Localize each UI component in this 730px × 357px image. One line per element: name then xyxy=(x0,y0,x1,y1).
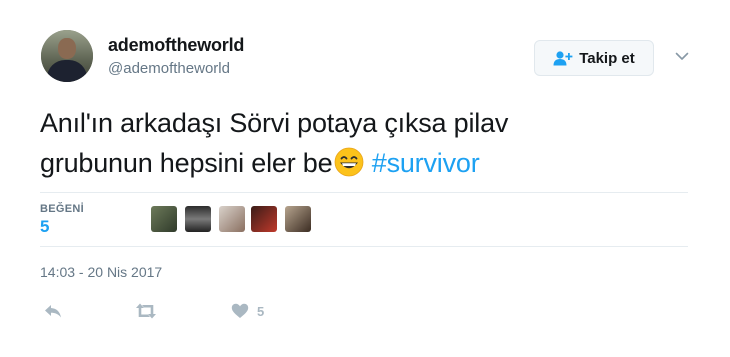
like-count: 5 xyxy=(257,303,265,319)
display-name[interactable]: ademoftheworld xyxy=(108,35,244,56)
heart-icon xyxy=(231,303,249,318)
tweet-card: ademoftheworld @ademoftheworld Takip et … xyxy=(0,0,730,357)
retweet-button[interactable] xyxy=(134,301,158,321)
tweet-text: Anıl'ın arkadaşı Sörvi potaya çıksa pila… xyxy=(40,103,640,183)
tweet-text-line2: grubunun hepsini eler be xyxy=(40,148,333,178)
divider xyxy=(40,192,688,193)
hashtag-link[interactable]: #survivor xyxy=(372,148,480,178)
liker-avatar[interactable] xyxy=(251,206,277,232)
grinning-face-emoji-icon xyxy=(335,147,364,177)
follow-person-plus-icon xyxy=(553,51,573,66)
tweet-text-line1: Anıl'ın arkadaşı Sörvi potaya çıksa pila… xyxy=(40,108,509,138)
divider xyxy=(40,246,688,247)
liker-avatar[interactable] xyxy=(151,206,177,232)
follow-button[interactable]: Takip et xyxy=(534,40,654,76)
tweet-timestamp[interactable]: 14:03 - 20 Nis 2017 xyxy=(40,264,162,280)
avatar[interactable] xyxy=(41,30,93,82)
liker-avatar[interactable] xyxy=(285,206,311,232)
likes-label: BEĞENİ xyxy=(40,203,84,215)
like-button[interactable]: 5 xyxy=(231,301,264,321)
reply-button[interactable] xyxy=(43,301,63,321)
follow-button-label: Takip et xyxy=(579,49,635,67)
liker-avatar[interactable] xyxy=(185,206,211,232)
retweet-icon xyxy=(136,303,156,319)
likes-count[interactable]: 5 xyxy=(40,217,49,237)
reply-icon xyxy=(45,305,61,318)
user-handle[interactable]: @ademoftheworld xyxy=(108,60,230,77)
liker-avatar[interactable] xyxy=(219,206,245,232)
chevron-down-icon[interactable] xyxy=(674,48,690,64)
